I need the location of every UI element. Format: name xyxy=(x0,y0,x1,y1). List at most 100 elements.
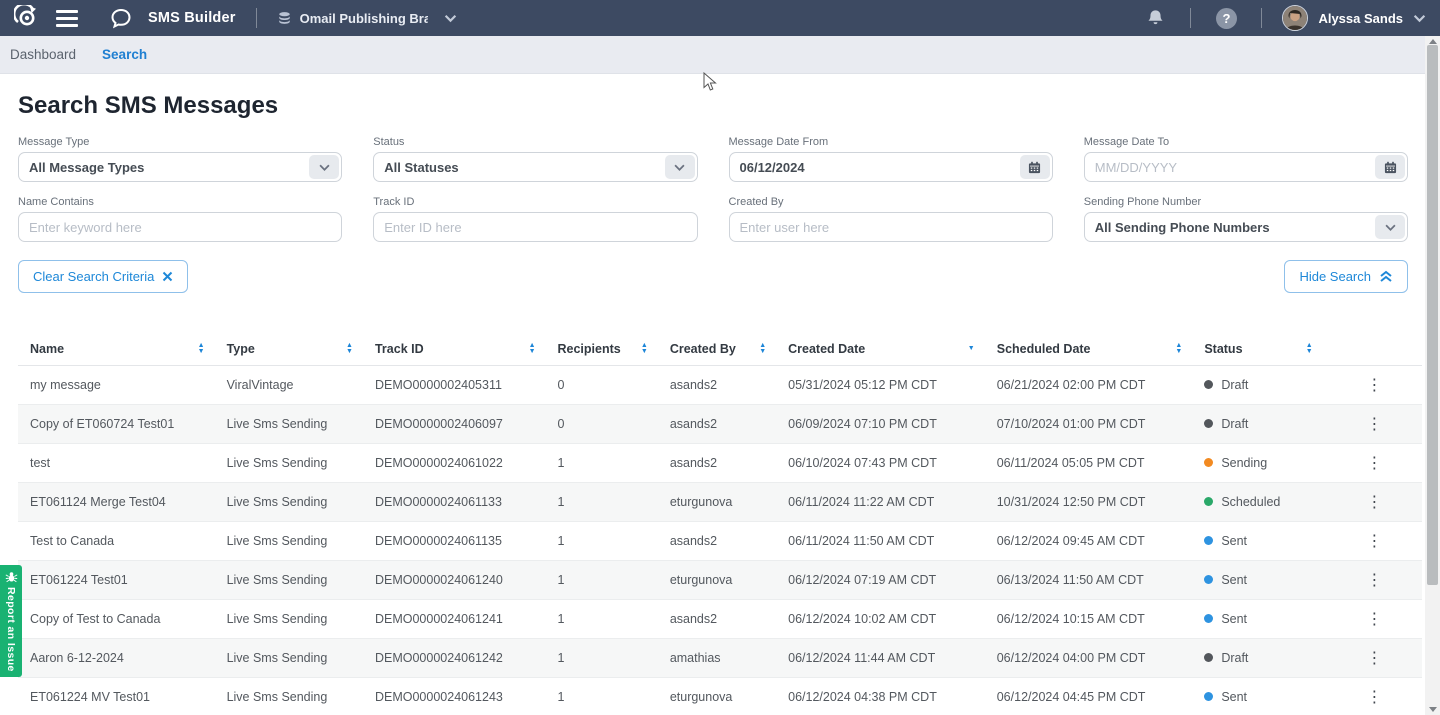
cell-type: Live Sms Sending xyxy=(219,638,367,677)
cell-created-date: 06/12/2024 11:44 AM CDT xyxy=(780,638,989,677)
cell-status: Draft xyxy=(1196,365,1326,404)
cell-created-by: asands2 xyxy=(662,404,780,443)
cell-track-id: DEMO0000024061240 xyxy=(367,560,550,599)
kebab-menu-icon[interactable]: ⋮ xyxy=(1335,375,1414,395)
account-name: Omail Publishing Bra... xyxy=(300,11,428,26)
column-header-status[interactable]: Status ▲▼ xyxy=(1196,333,1326,365)
table-row[interactable]: ET061224 MV Test01 Live Sms Sending DEMO… xyxy=(18,677,1422,715)
account-selector[interactable]: Omail Publishing Bra... xyxy=(277,11,457,26)
column-header[interactable] xyxy=(1327,333,1422,365)
vertical-scrollbar[interactable] xyxy=(1425,36,1440,715)
sort-icon[interactable]: ▼ xyxy=(968,346,975,352)
main-content: Search SMS Messages Message Type All Mes… xyxy=(0,92,1440,715)
name-contains-input[interactable]: Enter keyword here xyxy=(18,212,342,242)
field-label: Message Date From xyxy=(729,136,1053,148)
created-by-input[interactable]: Enter user here xyxy=(729,212,1053,242)
form-field-message-type: Message Type All Message Types xyxy=(18,136,342,182)
cell-name: Test to Canada xyxy=(18,521,219,560)
status-badge: Draft xyxy=(1221,378,1248,392)
table-row[interactable]: Copy of ET060724 Test01 Live Sms Sending… xyxy=(18,404,1422,443)
report-an-issue-tab[interactable]: Report an Issue xyxy=(0,565,22,677)
help-icon[interactable]: ? xyxy=(1211,3,1241,33)
table-row[interactable]: ET061124 Merge Test04 Live Sms Sending D… xyxy=(18,482,1422,521)
column-header-track-id[interactable]: Track ID ▲▼ xyxy=(367,333,550,365)
user-menu-chevron-icon[interactable] xyxy=(1413,14,1426,23)
status-input[interactable]: All Statuses xyxy=(373,152,697,182)
column-header-type[interactable]: Type ▲▼ xyxy=(219,333,367,365)
messages-table: Name ▲▼ Type ▲▼ Track ID ▲▼ Recipients ▲… xyxy=(18,333,1422,715)
sort-icon[interactable]: ▲▼ xyxy=(529,343,536,355)
sort-icon[interactable]: ▲▼ xyxy=(1306,343,1313,355)
form-field-track-id: Track ID Enter ID here xyxy=(373,196,697,242)
kebab-menu-icon[interactable]: ⋮ xyxy=(1335,687,1414,707)
user-name[interactable]: Alyssa Sands xyxy=(1318,11,1403,26)
breadcrumb: Dashboard Search xyxy=(0,36,1440,74)
sort-icon[interactable]: ▲▼ xyxy=(641,343,648,355)
field-label: Created By xyxy=(729,196,1053,208)
field-value: MM/DD/YYYY xyxy=(1095,160,1369,175)
cell-recipients: 1 xyxy=(550,677,662,715)
clear-search-criteria-button[interactable]: Clear Search Criteria xyxy=(18,260,188,293)
hide-search-label: Hide Search xyxy=(1299,269,1371,284)
menu-hamburger-icon[interactable] xyxy=(52,3,82,33)
cell-track-id: DEMO0000024061243 xyxy=(367,677,550,715)
kebab-menu-icon[interactable]: ⋮ xyxy=(1335,531,1414,551)
table-row[interactable]: test Live Sms Sending DEMO0000024061022 … xyxy=(18,443,1422,482)
kebab-menu-icon[interactable]: ⋮ xyxy=(1335,609,1414,629)
kebab-menu-icon[interactable]: ⋮ xyxy=(1335,648,1414,668)
chevron-down-icon[interactable] xyxy=(665,155,695,179)
sort-icon[interactable]: ▲▼ xyxy=(346,343,353,355)
kebab-menu-icon[interactable]: ⋮ xyxy=(1335,570,1414,590)
scroll-down-arrow[interactable] xyxy=(1429,707,1437,712)
field-label: Sending Phone Number xyxy=(1084,196,1408,208)
database-icon xyxy=(277,11,292,26)
calendar-icon[interactable] xyxy=(1375,155,1405,179)
sending-phone-number-input[interactable]: All Sending Phone Numbers xyxy=(1084,212,1408,242)
column-header-created-date[interactable]: Created Date ▼ xyxy=(780,333,989,365)
tab-search[interactable]: Search xyxy=(102,47,147,62)
scroll-up-arrow[interactable] xyxy=(1429,39,1437,44)
table-row[interactable]: Test to Canada Live Sms Sending DEMO0000… xyxy=(18,521,1422,560)
question-mark: ? xyxy=(1216,8,1237,29)
notifications-bell-icon[interactable] xyxy=(1140,3,1170,33)
user-avatar[interactable] xyxy=(1282,5,1308,31)
table-row[interactable]: Aaron 6-12-2024 Live Sms Sending DEMO000… xyxy=(18,638,1422,677)
sort-icon[interactable]: ▲▼ xyxy=(198,343,205,355)
column-label: Type xyxy=(227,342,255,356)
message-date-to-input[interactable]: MM/DD/YYYY xyxy=(1084,152,1408,182)
cell-name: test xyxy=(18,443,219,482)
table-row[interactable]: my message ViralVintage DEMO000000240531… xyxy=(18,365,1422,404)
column-header-scheduled-date[interactable]: Scheduled Date ▲▼ xyxy=(989,333,1197,365)
message-type-input[interactable]: All Message Types xyxy=(18,152,342,182)
message-date-from-input[interactable]: 06/12/2024 xyxy=(729,152,1053,182)
table-row[interactable]: Copy of Test to Canada Live Sms Sending … xyxy=(18,599,1422,638)
chevron-down-icon[interactable] xyxy=(1375,215,1405,239)
column-header-created-by[interactable]: Created By ▲▼ xyxy=(662,333,780,365)
tab-dashboard[interactable]: Dashboard xyxy=(10,47,76,62)
hamburger-bars xyxy=(56,10,78,27)
column-label: Created By xyxy=(670,342,736,356)
app-title: SMS Builder xyxy=(148,10,236,26)
scrollbar-thumb[interactable] xyxy=(1427,45,1438,585)
sort-icon[interactable]: ▲▼ xyxy=(1175,343,1182,355)
hide-search-button[interactable]: Hide Search xyxy=(1284,260,1408,293)
track-id-input[interactable]: Enter ID here xyxy=(373,212,697,242)
field-label: Message Type xyxy=(18,136,342,148)
chevron-down-icon[interactable] xyxy=(309,155,339,179)
cell-track-id: DEMO0000024061022 xyxy=(367,443,550,482)
kebab-menu-icon[interactable]: ⋮ xyxy=(1335,414,1414,434)
cell-recipients: 1 xyxy=(550,560,662,599)
cell-scheduled-date: 06/12/2024 09:45 AM CDT xyxy=(989,521,1197,560)
calendar-icon[interactable] xyxy=(1020,155,1050,179)
sort-icon[interactable]: ▲▼ xyxy=(759,343,766,355)
kebab-menu-icon[interactable]: ⋮ xyxy=(1335,453,1414,473)
kebab-menu-icon[interactable]: ⋮ xyxy=(1335,492,1414,512)
column-header-name[interactable]: Name ▲▼ xyxy=(18,333,219,365)
field-value: All Statuses xyxy=(384,160,658,175)
table-row[interactable]: ET061224 Test01 Live Sms Sending DEMO000… xyxy=(18,560,1422,599)
column-header-recipients[interactable]: Recipients ▲▼ xyxy=(550,333,662,365)
app-logo-icon[interactable] xyxy=(12,3,42,33)
cell-status: Scheduled xyxy=(1196,482,1326,521)
cell-created-date: 06/12/2024 04:38 PM CDT xyxy=(780,677,989,715)
close-icon xyxy=(162,271,173,282)
